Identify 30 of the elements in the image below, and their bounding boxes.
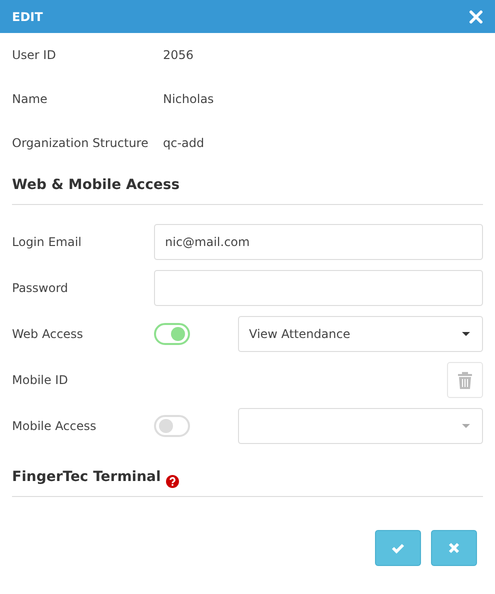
password-field[interactable] xyxy=(154,270,483,306)
field-label: Mobile ID xyxy=(12,372,69,389)
field-label: Mobile Access xyxy=(12,418,98,435)
field-label: Web Access xyxy=(12,326,84,343)
confirm-button[interactable] xyxy=(375,530,421,566)
field-label: Password xyxy=(12,280,70,297)
cancel-button[interactable] xyxy=(431,530,477,566)
field-value: 2056 xyxy=(163,47,194,64)
delete-button[interactable] xyxy=(447,362,483,398)
close-icon xyxy=(446,540,462,556)
access-dropdown[interactable] xyxy=(238,408,483,444)
dialog-title: EDIT xyxy=(12,8,43,26)
field-value: Nicholas xyxy=(163,91,214,108)
access-dropdown[interactable]: View Attendance xyxy=(238,316,483,352)
toggle-switch[interactable] xyxy=(154,323,190,345)
field-label: User ID xyxy=(12,47,57,64)
close-button[interactable] xyxy=(469,10,483,24)
field-label: Login Email xyxy=(12,234,82,251)
caret-icon xyxy=(462,332,470,336)
caret-icon xyxy=(462,424,470,428)
toggle-switch[interactable] xyxy=(154,415,190,437)
field-value: qc-add xyxy=(163,135,204,152)
email-field[interactable]: nic@mail.com xyxy=(154,224,483,260)
field-label: Name xyxy=(12,91,48,108)
section-heading: Web & Mobile Access xyxy=(12,165,483,205)
section-heading: FingerTec Terminal xyxy=(12,468,161,487)
close-icon xyxy=(469,10,483,24)
help-icon[interactable] xyxy=(166,475,179,488)
field-label: Organization Structure xyxy=(12,135,150,152)
trash-icon xyxy=(457,371,473,389)
